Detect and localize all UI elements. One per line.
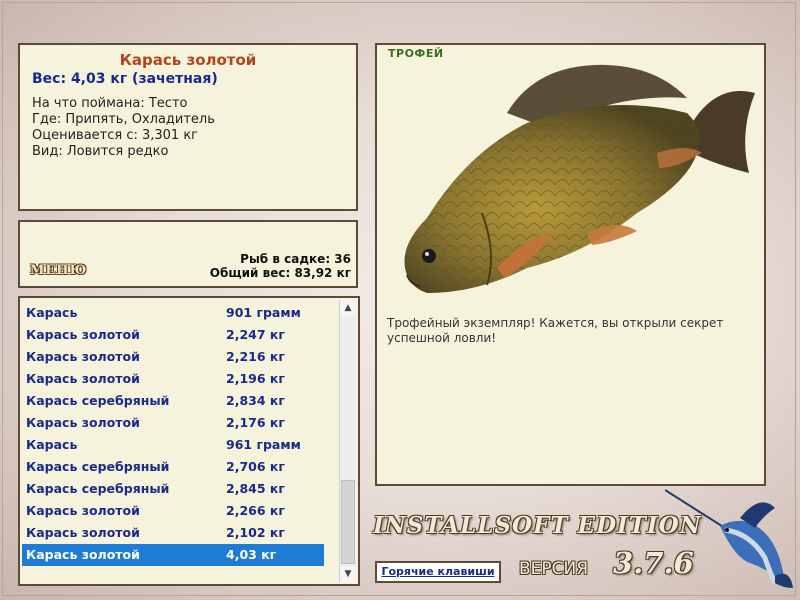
catch-list-row[interactable]: Карась золотой 2,266 кг (22, 500, 324, 522)
catch-fish-weight: 961 грамм (226, 437, 301, 452)
catch-fish-weight: 2,176 кг (226, 415, 285, 430)
chevron-down-icon[interactable]: ▼ (340, 566, 356, 582)
catch-list-row[interactable]: Карась золотой 4,03 кг (22, 544, 324, 566)
catch-fish-weight: 2,247 кг (226, 327, 285, 342)
stats-panel: МЕНЮ Рыб в садке: 36 Общий вес: 83,92 кг (18, 220, 358, 288)
catch-fish-weight: 4,03 кг (226, 547, 277, 562)
catch-fish-name: Карась (26, 437, 78, 452)
detail-location: Где: Припять, Охладитель (32, 112, 215, 127)
catch-list-row[interactable]: Карась золотой 2,102 кг (22, 522, 324, 544)
trophy-panel: ТРОФЕЙ Трофейный экземпляр! Кажется, вы … (375, 43, 766, 486)
catch-list: Карась 901 грамм Карась золотой 2,247 кг Кар… (22, 302, 324, 566)
catch-fish-name: Карась золотой (26, 525, 140, 540)
catch-list-scrollbar[interactable]: ▲ ▼ (339, 300, 356, 582)
chevron-up-icon[interactable]: ▲ (340, 300, 356, 316)
catch-fish-weight: 2,216 кг (226, 349, 285, 364)
fish-info-panel: Карась золотой Вес: 4,03 кг (зачетная) Н… (18, 43, 358, 211)
catch-fish-name: Карась серебряный (26, 459, 170, 474)
catch-list-row[interactable]: Карась 961 грамм (22, 434, 324, 456)
fish-count: Рыб в садке: 36 (240, 252, 351, 266)
trophy-message: Трофейный экземпляр! Кажется, вы открыли… (387, 316, 724, 345)
catch-fish-name: Карась серебряный (26, 393, 170, 408)
catch-fish-weight: 2,845 кг (226, 481, 285, 496)
catch-fish-weight: 2,102 кг (226, 525, 285, 540)
catch-fish-name: Карась золотой (26, 327, 140, 342)
catch-list-row[interactable]: Карась серебряный 2,706 кг (22, 456, 324, 478)
scrollbar-thumb[interactable] (341, 480, 355, 564)
marlin-icon (665, 489, 793, 588)
version-label: ВЕРСИЯ (519, 559, 589, 579)
catch-fish-name: Карась золотой (26, 371, 140, 386)
fish-details: На что поймана: Тесто Где: Припять, Охла… (32, 96, 344, 160)
catch-fish-weight: 2,266 кг (226, 503, 285, 518)
detail-rating-threshold: Оценивается с: 3,301 кг (32, 128, 199, 143)
catch-fish-name: Карась серебряный (26, 481, 170, 496)
catch-list-row[interactable]: Карась золотой 2,196 кг (22, 368, 324, 390)
catch-fish-name: Карась (26, 305, 78, 320)
catch-fish-name: Карась золотой (26, 547, 140, 562)
catch-fish-weight: 2,834 кг (226, 393, 285, 408)
catch-list-row[interactable]: Карась 901 грамм (22, 302, 324, 324)
hotkeys-button[interactable]: Горячие клавиши (375, 561, 501, 583)
total-weight: Общий вес: 83,92 кг (209, 266, 351, 280)
keepnet-stats: Рыб в садке: 36 Общий вес: 83,92 кг (210, 252, 351, 280)
catch-fish-weight: 2,706 кг (226, 459, 285, 474)
catch-fish-weight: 2,196 кг (226, 371, 285, 386)
catch-list-row[interactable]: Карась золотой 2,176 кг (22, 412, 324, 434)
catch-list-row[interactable]: Карась серебряный 2,845 кг (22, 478, 324, 500)
catch-list-row[interactable]: Карась серебряный 2,834 кг (22, 390, 324, 412)
catch-fish-weight: 901 грамм (226, 305, 301, 320)
catch-fish-name: Карась золотой (26, 503, 140, 518)
catch-list-row[interactable]: Карась золотой 2,247 кг (22, 324, 324, 346)
edition-logo: INSTALLSOFT EDITION (373, 512, 702, 539)
trophy-label: ТРОФЕЙ (388, 47, 444, 60)
detail-rarity: Вид: Ловится редко (32, 144, 169, 159)
catch-list-panel: Карась 901 грамм Карась золотой 2,247 кг Кар… (18, 296, 360, 586)
catch-fish-name: Карась золотой (26, 415, 140, 430)
catch-fish-name: Карась золотой (26, 349, 140, 364)
fish-weight: Вес: 4,03 кг (зачетная) (32, 71, 218, 87)
detail-bait: На что поймана: Тесто (32, 96, 188, 111)
menu-button[interactable]: МЕНЮ (30, 263, 87, 278)
catch-list-row[interactable]: Карась золотой 2,216 кг (22, 346, 324, 368)
fish-image (404, 64, 755, 293)
fish-name: Карась золотой (119, 51, 257, 69)
